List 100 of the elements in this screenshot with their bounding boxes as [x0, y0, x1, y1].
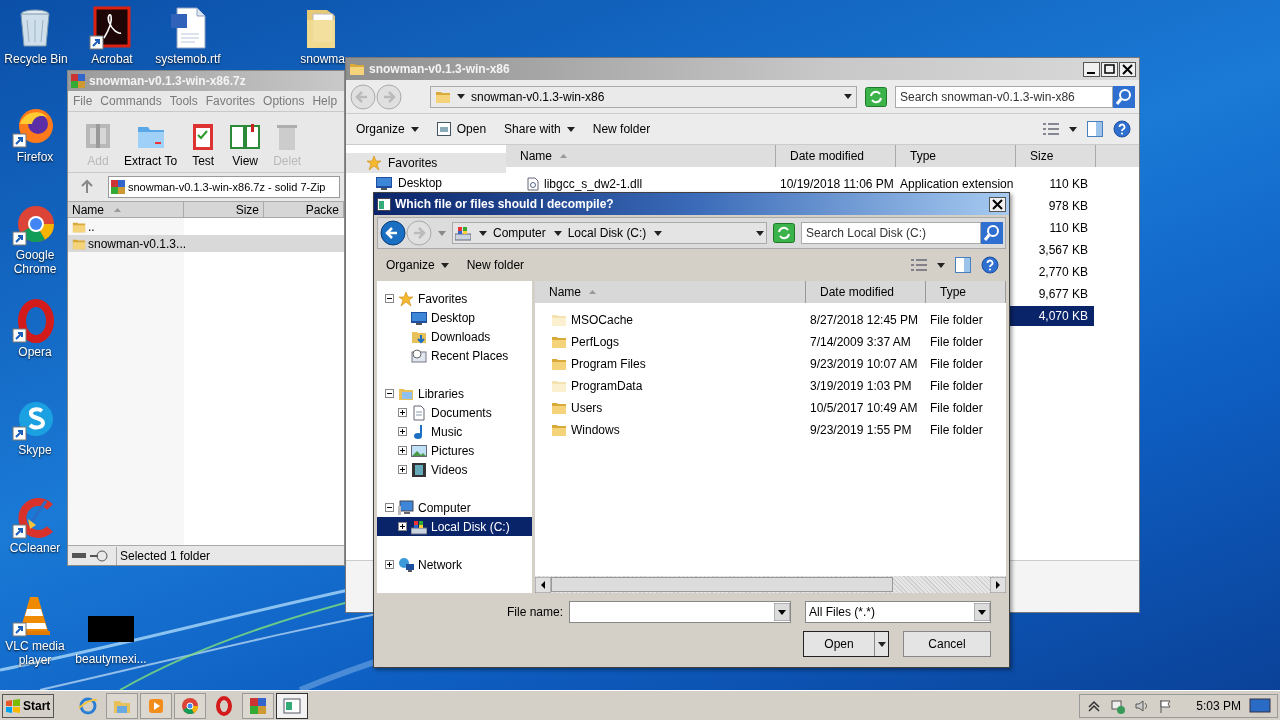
horizontal-scrollbar[interactable]: [535, 576, 1006, 593]
scroll-left-button[interactable]: [535, 576, 551, 593]
column-header[interactable]: Size: [184, 202, 264, 217]
breadcrumb-item[interactable]: Local Disk (C:): [567, 224, 647, 242]
tree-item[interactable]: Pictures: [377, 441, 532, 460]
desktop-icon-label[interactable]: Google Chrome: [3, 248, 67, 276]
expand-toggle[interactable]: [398, 408, 407, 417]
size-cell[interactable]: 4,070 KB: [1009, 306, 1094, 326]
column-header[interactable]: Name: [535, 281, 806, 303]
expand-toggle[interactable]: [385, 389, 394, 398]
desktop-icon-label[interactable]: Firefox: [16, 150, 54, 164]
back-button[interactable]: [380, 220, 406, 246]
toolbar-button[interactable]: Open: [434, 120, 489, 138]
tree-item[interactable]: Computer: [377, 498, 532, 517]
desktop-icon-label[interactable]: Skype: [18, 443, 52, 457]
size-cell[interactable]: 978 KB: [1009, 196, 1094, 216]
address-bar[interactable]: snowman-v0.1.3-win-x86: [430, 85, 857, 108]
size-cell[interactable]: 3,567 KB: [1009, 240, 1094, 260]
scroll-right-button[interactable]: [990, 576, 1006, 593]
close-button[interactable]: [989, 196, 1006, 212]
file-name-cell[interactable]: Users: [571, 399, 603, 417]
column-header[interactable]: Type: [926, 281, 1006, 303]
taskbar-button[interactable]: [276, 692, 308, 719]
file-name-cell[interactable]: ProgramData: [571, 377, 643, 395]
view-options-icon[interactable]: [911, 258, 927, 272]
menu-item[interactable]: Options: [263, 92, 305, 110]
nav-item[interactable]: Desktop: [346, 173, 506, 193]
tree-item[interactable]: Libraries: [377, 384, 532, 403]
tree-item[interactable]: Network: [377, 555, 532, 574]
search-field[interactable]: Search snowman-v0.1.3-win-x86: [895, 85, 1113, 108]
dropdown-button[interactable]: [774, 603, 790, 621]
open-button[interactable]: Open: [803, 631, 889, 657]
toolbar-button[interactable]: Organize: [354, 120, 421, 138]
tree-item[interactable]: Favorites: [377, 289, 532, 308]
column-header[interactable]: Type: [896, 145, 1016, 167]
toolbar-button[interactable]: Test: [187, 120, 220, 170]
start-button[interactable]: Start: [2, 693, 54, 718]
expand-toggle[interactable]: [385, 294, 394, 303]
nav-item[interactable]: Favorites: [346, 153, 506, 173]
search-field[interactable]: Search Local Disk (C:): [801, 222, 981, 244]
expand-toggle[interactable]: [398, 446, 407, 455]
file-row[interactable]: snowman-v0.1.3...: [68, 235, 344, 252]
address-bar[interactable]: Computer Local Disk (C:): [452, 222, 767, 244]
desktop-icon-label[interactable]: beautymexi...: [75, 652, 147, 666]
toolbar-button[interactable]: New folder: [590, 120, 653, 138]
dropdown-button[interactable]: [974, 603, 990, 621]
column-header[interactable]: Name: [68, 202, 184, 217]
file-name-cell[interactable]: MSOCache: [571, 311, 634, 329]
menu-item[interactable]: File: [73, 92, 93, 110]
desktop-icon-label[interactable]: VLC media player: [3, 639, 67, 667]
column-header[interactable]: Size: [1016, 145, 1096, 167]
search-button[interactable]: [1113, 85, 1135, 108]
search-button[interactable]: [981, 222, 1003, 244]
clock[interactable]: 5:03 PM: [1196, 696, 1241, 715]
view-options-icon[interactable]: [1043, 122, 1059, 136]
desktop-icon-label[interactable]: Opera: [18, 345, 52, 359]
scrollbar-thumb[interactable]: [551, 577, 893, 592]
toolbar-button[interactable]: Extract To: [124, 120, 178, 170]
tree-item[interactable]: Music: [377, 422, 532, 441]
caret-icon[interactable]: [1069, 126, 1077, 132]
size-cell[interactable]: 110 KB: [1009, 218, 1094, 238]
desktop-icon-label[interactable]: snowma: [300, 52, 345, 66]
menu-item[interactable]: Favorites: [205, 92, 256, 110]
column-header[interactable]: Date modified: [776, 145, 896, 167]
caret-icon[interactable]: [937, 262, 945, 268]
help-icon[interactable]: [1113, 120, 1131, 138]
tree-item[interactable]: Downloads: [377, 327, 532, 346]
desktop-icon-label[interactable]: Acrobat: [91, 52, 133, 66]
expand-toggle[interactable]: [385, 560, 394, 569]
tree-item[interactable]: Recent Places: [377, 346, 532, 365]
column-header[interactable]: Name: [506, 145, 776, 167]
column-header[interactable]: Packe: [264, 202, 344, 217]
toolbar-button[interactable]: Organize: [384, 256, 451, 274]
path-field[interactable]: snowman-v0.1.3-win-x86.7z - solid 7-Zip: [108, 176, 340, 198]
expand-toggle[interactable]: [398, 427, 407, 436]
menu-item[interactable]: Commands: [100, 92, 162, 110]
expand-toggle[interactable]: [398, 465, 407, 474]
network-icon[interactable]: [1110, 697, 1127, 714]
file-name-cell[interactable]: Program Files: [571, 355, 646, 373]
file-type-dropdown[interactable]: All Files (*.*): [805, 601, 991, 623]
show-desktop-button[interactable]: [1249, 696, 1271, 715]
maximize-button[interactable]: [1101, 61, 1118, 77]
size-cell[interactable]: 2,770 KB: [1009, 262, 1094, 282]
breadcrumb-item[interactable]: Computer: [493, 224, 546, 242]
refresh-button[interactable]: [865, 86, 887, 107]
file-name-field[interactable]: [569, 601, 791, 623]
cancel-button[interactable]: Cancel: [903, 631, 991, 657]
tree-item[interactable]: Documents: [377, 403, 532, 422]
help-icon[interactable]: [981, 256, 999, 274]
file-name-cell[interactable]: PerfLogs: [571, 333, 620, 351]
preview-pane-icon[interactable]: [1087, 121, 1103, 137]
column-header[interactable]: Date modified: [806, 281, 926, 303]
minimize-button[interactable]: [1083, 61, 1100, 77]
menu-item[interactable]: Tools: [169, 92, 198, 110]
toolbar-button[interactable]: Share with: [502, 120, 577, 138]
tree-item[interactable]: Desktop: [377, 308, 532, 327]
size-cell[interactable]: 9,677 KB: [1009, 284, 1094, 304]
tree-item[interactable]: Videos: [377, 460, 532, 479]
menu-item[interactable]: Help: [312, 92, 338, 110]
toolbar-button[interactable]: View: [229, 120, 262, 170]
